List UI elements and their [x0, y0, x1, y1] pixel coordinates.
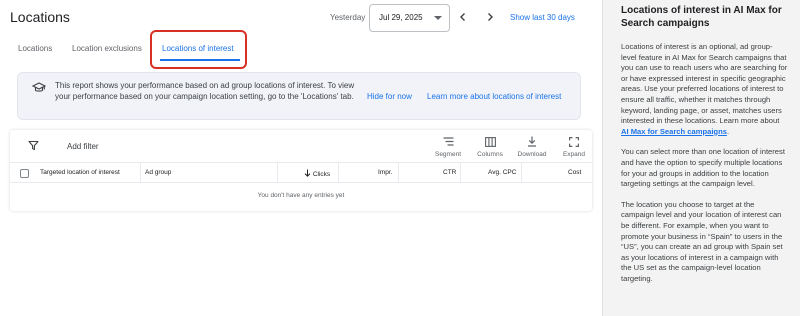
help-paragraph-3: The location you choose to target at the… [621, 199, 783, 283]
column-header-clicks[interactable]: Clicks [304, 169, 330, 178]
column-header-cost[interactable]: Cost [568, 169, 581, 176]
graduation-cap-icon [32, 82, 46, 92]
tab-locations[interactable]: Locations [18, 44, 52, 53]
next-period-button[interactable] [481, 8, 499, 26]
download-icon [528, 136, 536, 147]
main-content: Locations Yesterday Jul 29, 2025 Show la… [0, 0, 602, 316]
sort-arrow-down-icon [304, 169, 311, 177]
ai-max-link[interactable]: AI Max for Search campaigns [621, 127, 727, 136]
date-value: Jul 29, 2025 [379, 13, 423, 22]
help-paragraph-1-text: Locations of interest is an optional, ad… [621, 42, 788, 126]
column-divider [521, 163, 522, 183]
columns-icon [484, 136, 496, 147]
column-divider [140, 163, 141, 183]
hide-for-now-button[interactable]: Hide for now [367, 92, 412, 101]
clicks-header-label: Clicks [312, 171, 331, 178]
report-table-card: Add filter Segment Columns Download Expa… [10, 130, 592, 211]
tab-location-exclusions[interactable]: Location exclusions [72, 44, 142, 53]
chevron-right-icon [488, 13, 493, 21]
banner-message: This report shows your performance based… [55, 81, 355, 101]
highlight-annotation [150, 30, 247, 69]
help-paragraph-1: Locations of interest is an optional, ad… [621, 42, 788, 137]
show-last-30-days-link[interactable]: Show last 30 days [510, 13, 575, 22]
columns-label: Columns [477, 151, 503, 158]
help-paragraph-2: You can select more than one location of… [621, 147, 785, 189]
segment-button[interactable]: Segment [428, 135, 468, 158]
help-panel-title: Locations of interest in AI Max for Sear… [621, 5, 782, 29]
column-divider [277, 163, 278, 183]
column-header-ctr[interactable]: CTR [443, 169, 456, 176]
download-button[interactable]: Download [512, 135, 552, 158]
columns-button[interactable]: Columns [470, 135, 510, 158]
download-label: Download [517, 151, 547, 158]
column-divider [398, 163, 399, 183]
previous-period-button[interactable] [454, 8, 472, 26]
segment-label: Segment [434, 151, 462, 158]
help-paragraph-1-end: . [726, 126, 730, 136]
help-side-panel: Locations of interest in AI Max for Sear… [602, 0, 800, 316]
info-banner: This report shows your performance based… [17, 72, 581, 120]
expand-icon [569, 136, 579, 147]
chevron-left-icon [460, 13, 465, 21]
expand-label: Expand [562, 151, 586, 158]
column-header-avg-cpc[interactable]: Avg. CPC [488, 169, 516, 176]
column-divider [460, 163, 461, 183]
column-header-ad-group[interactable]: Ad group [145, 169, 171, 176]
column-header-location[interactable]: Targeted location of interest [40, 169, 120, 176]
select-all-checkbox[interactable] [20, 169, 29, 178]
filter-icon[interactable] [28, 140, 39, 151]
expand-button[interactable]: Expand [554, 135, 594, 158]
date-range-label: Yesterday [330, 13, 366, 22]
table-header-row: Targeted location of interest Ad group C… [10, 162, 592, 183]
segment-icon [443, 137, 453, 146]
add-filter-button[interactable]: Add filter [67, 142, 99, 151]
dropdown-caret-icon [434, 16, 442, 20]
column-divider [338, 163, 339, 183]
learn-more-link[interactable]: Learn more about locations of interest [427, 92, 561, 101]
empty-state-message: You don't have any entries yet [257, 192, 345, 199]
date-range-select[interactable]: Jul 29, 2025 [369, 4, 450, 32]
page-title: Locations [10, 9, 70, 25]
column-header-impressions[interactable]: Impr. [378, 169, 392, 176]
